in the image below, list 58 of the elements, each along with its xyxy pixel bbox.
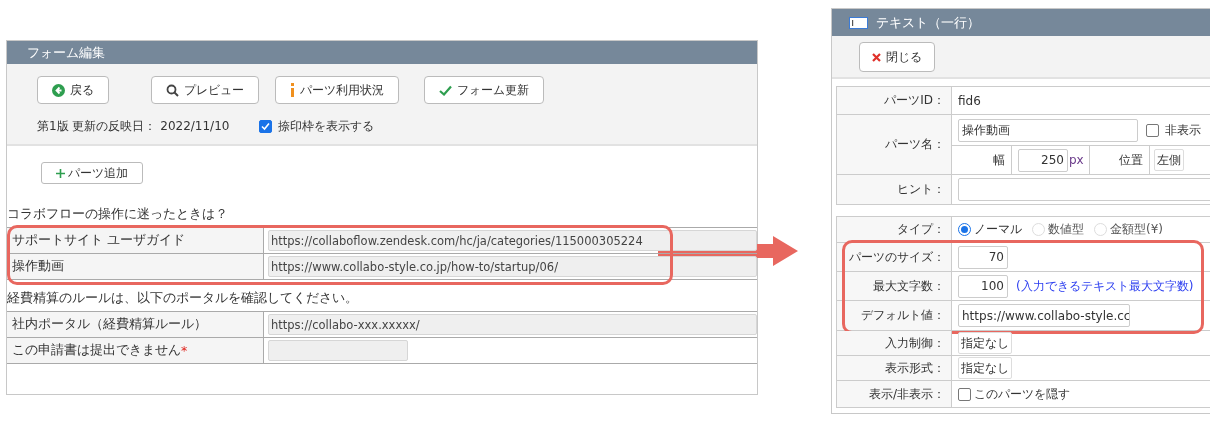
field-label: パーツのサイズ： — [836, 243, 952, 271]
radio-option[interactable]: ノーマル — [958, 221, 1022, 238]
select-field[interactable]: 指定なし — [958, 357, 1012, 379]
text-field[interactable]: https://www.collabo-style.cc — [958, 304, 1130, 327]
width-label: 幅 — [952, 146, 1012, 174]
field-label: 表示/非表示： — [836, 381, 952, 407]
panel-title: テキスト（一行） — [876, 13, 980, 32]
hide-part-checkbox[interactable]: このパーツを隠す — [958, 385, 1070, 403]
field-label: デフォルト値： — [836, 301, 952, 330]
check-icon — [439, 84, 452, 96]
info-button[interactable]: パーツ利用状況 — [275, 76, 399, 104]
update-button[interactable]: フォーム更新 — [424, 76, 544, 104]
position-select[interactable]: 左側 — [1154, 149, 1184, 171]
field-label: この申請書は提出できません* — [7, 338, 264, 363]
field-label: パーツ名： — [836, 115, 952, 174]
field-label: パーツID： — [836, 87, 952, 114]
close-button[interactable]: 閉じる — [859, 42, 935, 72]
search-icon — [166, 83, 179, 97]
text-field[interactable]: 操作動画 — [958, 118, 1138, 142]
field-value: fid6 — [958, 93, 981, 108]
section-heading: 経費精算のルールは、以下のポータルを確認してください。 — [7, 290, 359, 307]
select-field[interactable]: 指定なし — [958, 332, 1012, 354]
add-part-button[interactable]: パーツ追加 — [41, 162, 143, 184]
field-label: 最大文字数： — [836, 272, 952, 300]
hidden-checkbox[interactable]: 非表示 — [1146, 121, 1201, 139]
position-label: 位置 — [1090, 146, 1150, 174]
width-field[interactable]: 250 — [1018, 148, 1068, 172]
info-icon — [290, 83, 295, 97]
radio-option[interactable]: 金額型(¥) — [1094, 221, 1163, 238]
readonly-field[interactable]: https://collabo-xxx.xxxxx/ — [268, 314, 757, 335]
readonly-field[interactable] — [268, 340, 408, 361]
unit-label: px — [1069, 153, 1084, 167]
checkmark-icon — [261, 122, 271, 131]
required-mark: * — [181, 343, 188, 358]
version-info: 第1版 更新の反映日： 2022/11/10 — [37, 118, 230, 135]
field-label: 社内ポータル（経費精算ルール） — [7, 312, 264, 337]
field-label: タイプ： — [836, 217, 952, 242]
text-field[interactable] — [958, 178, 1210, 201]
readonly-field[interactable]: https://www.collabo-style.co.jp/how-to/startup/06/ — [268, 256, 757, 277]
number-field[interactable]: 70 — [958, 245, 1008, 269]
text-field-icon — [849, 16, 868, 29]
back-arrow-icon — [52, 83, 65, 97]
field-note: (入力できるテキスト最大文字数) — [1016, 277, 1194, 295]
back-button[interactable]: 戻る — [37, 76, 109, 104]
stamp-checkbox[interactable]: 捺印枠を表示する — [259, 118, 375, 135]
field-label: サポートサイト ユーザガイド — [7, 228, 264, 253]
field-label: 表示形式： — [836, 356, 952, 380]
panel-title: フォーム編集 — [27, 43, 105, 62]
field-label: ヒント： — [836, 175, 952, 204]
number-field[interactable]: 100 — [958, 274, 1008, 298]
radio-option[interactable]: 数値型 — [1032, 221, 1084, 238]
preview-button[interactable]: プレビュー — [151, 76, 259, 104]
readonly-field[interactable]: https://collaboflow.zendesk.com/hc/ja/categories/115000305224 — [268, 230, 757, 251]
field-label: 入力制御： — [836, 331, 952, 355]
section-heading: コラボフローの操作に迷ったときは？ — [7, 206, 229, 223]
plus-icon — [56, 168, 65, 178]
close-icon — [872, 52, 881, 62]
field-label: 操作動画 — [7, 254, 264, 279]
